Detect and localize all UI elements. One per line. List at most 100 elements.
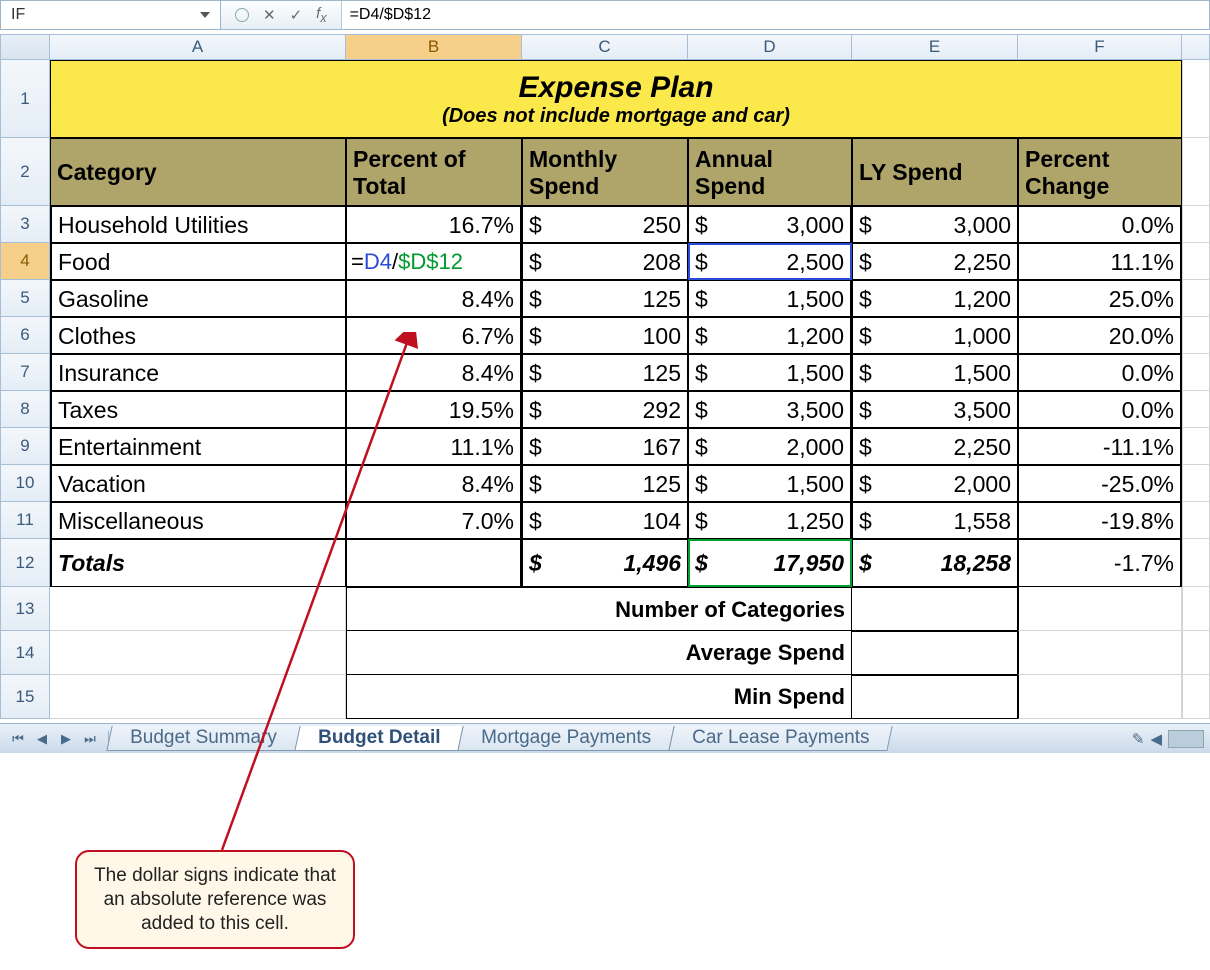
col-header-C[interactable]: C <box>522 34 688 60</box>
cell-F3[interactable]: 0.0% <box>1018 206 1182 243</box>
cell-C9[interactable]: $167 <box>522 428 688 465</box>
hdr-ly[interactable]: LY Spend <box>852 138 1018 206</box>
cell-E13[interactable] <box>852 587 1018 631</box>
expand-namebox-icon[interactable] <box>235 8 249 22</box>
col-header-E[interactable]: E <box>852 34 1018 60</box>
summary-label-13[interactable]: Number of Categories <box>346 587 852 631</box>
row-header-6[interactable]: 6 <box>0 317 50 354</box>
cell-C6[interactable]: $100 <box>522 317 688 354</box>
cell-E3[interactable]: $3,000 <box>852 206 1018 243</box>
cell-C8[interactable]: $292 <box>522 391 688 428</box>
cell-A9[interactable]: Entertainment <box>50 428 346 465</box>
cell-A13[interactable] <box>50 587 346 631</box>
col-header-D[interactable]: D <box>688 34 852 60</box>
sheet-tab-budget-detail[interactable]: Budget Detail <box>294 726 464 751</box>
cell-A3[interactable]: Household Utilities <box>50 206 346 243</box>
cell-B5[interactable]: 8.4% <box>346 280 522 317</box>
cell-B12[interactable] <box>346 539 522 587</box>
select-all-corner[interactable] <box>0 34 50 60</box>
col-header-F[interactable]: F <box>1018 34 1182 60</box>
fx-icon[interactable]: fx <box>316 5 326 25</box>
insert-sheet-icon[interactable]: ✎ <box>1132 730 1145 748</box>
cell-B10[interactable]: 8.4% <box>346 465 522 502</box>
row-header-9[interactable]: 9 <box>0 428 50 465</box>
cell-A10[interactable]: Vacation <box>50 465 346 502</box>
cell-F15[interactable] <box>1018 675 1182 719</box>
cell-F6[interactable]: 20.0% <box>1018 317 1182 354</box>
cell-F9[interactable]: -11.1% <box>1018 428 1182 465</box>
col-header-A[interactable]: A <box>50 34 346 60</box>
cell-C3[interactable]: $250 <box>522 206 688 243</box>
cell-C4[interactable]: $208 <box>522 243 688 280</box>
cell-A8[interactable]: Taxes <box>50 391 346 428</box>
tab-nav-prev-icon[interactable]: ◀ <box>30 731 54 747</box>
cell-F8[interactable]: 0.0% <box>1018 391 1182 428</box>
cell-B7[interactable]: 8.4% <box>346 354 522 391</box>
enter-icon[interactable]: ✓ <box>290 6 303 24</box>
cell-D10[interactable]: $1,500 <box>688 465 852 502</box>
sheet-tab-budget-summary[interactable]: Budget Summary <box>106 726 300 751</box>
cell-C12[interactable]: $1,496 <box>522 539 688 587</box>
row-header-1[interactable]: 1 <box>0 60 50 138</box>
col-header-B[interactable]: B <box>346 34 522 60</box>
cell-E6[interactable]: $1,000 <box>852 317 1018 354</box>
row-header-11[interactable]: 11 <box>0 502 50 539</box>
cell-C5[interactable]: $125 <box>522 280 688 317</box>
row-header-4[interactable]: 4 <box>0 243 50 280</box>
cell-F7[interactable]: 0.0% <box>1018 354 1182 391</box>
name-box[interactable]: IF <box>1 1 221 29</box>
cell-E14[interactable] <box>852 631 1018 675</box>
cell-A11[interactable]: Miscellaneous <box>50 502 346 539</box>
cell-A12[interactable]: Totals <box>50 539 346 587</box>
cell-B9[interactable]: 11.1% <box>346 428 522 465</box>
cell-F5[interactable]: 25.0% <box>1018 280 1182 317</box>
cell-E4[interactable]: $2,250 <box>852 243 1018 280</box>
cell-B11[interactable]: 7.0% <box>346 502 522 539</box>
cell-E9[interactable]: $2,250 <box>852 428 1018 465</box>
cell-B8[interactable]: 19.5% <box>346 391 522 428</box>
cell-F10[interactable]: -25.0% <box>1018 465 1182 502</box>
cell-D7[interactable]: $1,500 <box>688 354 852 391</box>
cell-C10[interactable]: $125 <box>522 465 688 502</box>
cell-D9[interactable]: $2,000 <box>688 428 852 465</box>
cell-F11[interactable]: -19.8% <box>1018 502 1182 539</box>
cell-E15[interactable] <box>852 675 1018 719</box>
cell-B4[interactable]: =D4/$D$12 <box>346 243 522 280</box>
cell-B6[interactable]: 6.7% <box>346 317 522 354</box>
row-header-8[interactable]: 8 <box>0 391 50 428</box>
cell-E11[interactable]: $1,558 <box>852 502 1018 539</box>
cell-D6[interactable]: $1,200 <box>688 317 852 354</box>
cell-C7[interactable]: $125 <box>522 354 688 391</box>
horizontal-scrollbar[interactable] <box>1168 730 1204 748</box>
hdr-month[interactable]: Monthly Spend <box>522 138 688 206</box>
cell-D11[interactable]: $1,250 <box>688 502 852 539</box>
hdr-chg[interactable]: Percent Change <box>1018 138 1182 206</box>
row-header-15[interactable]: 15 <box>0 675 50 719</box>
sheet-tab-mortgage-payments[interactable]: Mortgage Payments <box>458 726 675 751</box>
summary-label-14[interactable]: Average Spend <box>346 631 852 675</box>
row-header-3[interactable]: 3 <box>0 206 50 243</box>
row-header-10[interactable]: 10 <box>0 465 50 502</box>
cell-F14[interactable] <box>1018 631 1182 675</box>
cell-D4[interactable]: $2,500 <box>688 243 852 280</box>
tab-nav-next-icon[interactable]: ▶ <box>54 731 78 747</box>
cell-A15[interactable] <box>50 675 346 719</box>
cell-F13[interactable] <box>1018 587 1182 631</box>
cell-F4[interactable]: 11.1% <box>1018 243 1182 280</box>
cell-A4[interactable]: Food <box>50 243 346 280</box>
cell-A7[interactable]: Insurance <box>50 354 346 391</box>
formula-input[interactable]: =D4/$D$12 <box>342 1 1209 29</box>
cell-A14[interactable] <box>50 631 346 675</box>
tab-nav-first-icon[interactable]: ⏮ <box>6 731 30 747</box>
name-box-dropdown-icon[interactable] <box>200 12 210 18</box>
hdr-pct[interactable]: Percent of Total <box>346 138 522 206</box>
hdr-category[interactable]: Category <box>50 138 346 206</box>
cell-E10[interactable]: $2,000 <box>852 465 1018 502</box>
row-header-2[interactable]: 2 <box>0 138 50 206</box>
cell-D5[interactable]: $1,500 <box>688 280 852 317</box>
cell-E8[interactable]: $3,500 <box>852 391 1018 428</box>
cell-C11[interactable]: $104 <box>522 502 688 539</box>
tab-nav-last-icon[interactable]: ⏭ <box>78 731 102 747</box>
cancel-icon[interactable]: ✕ <box>263 6 276 24</box>
cell-E12[interactable]: $18,258 <box>852 539 1018 587</box>
